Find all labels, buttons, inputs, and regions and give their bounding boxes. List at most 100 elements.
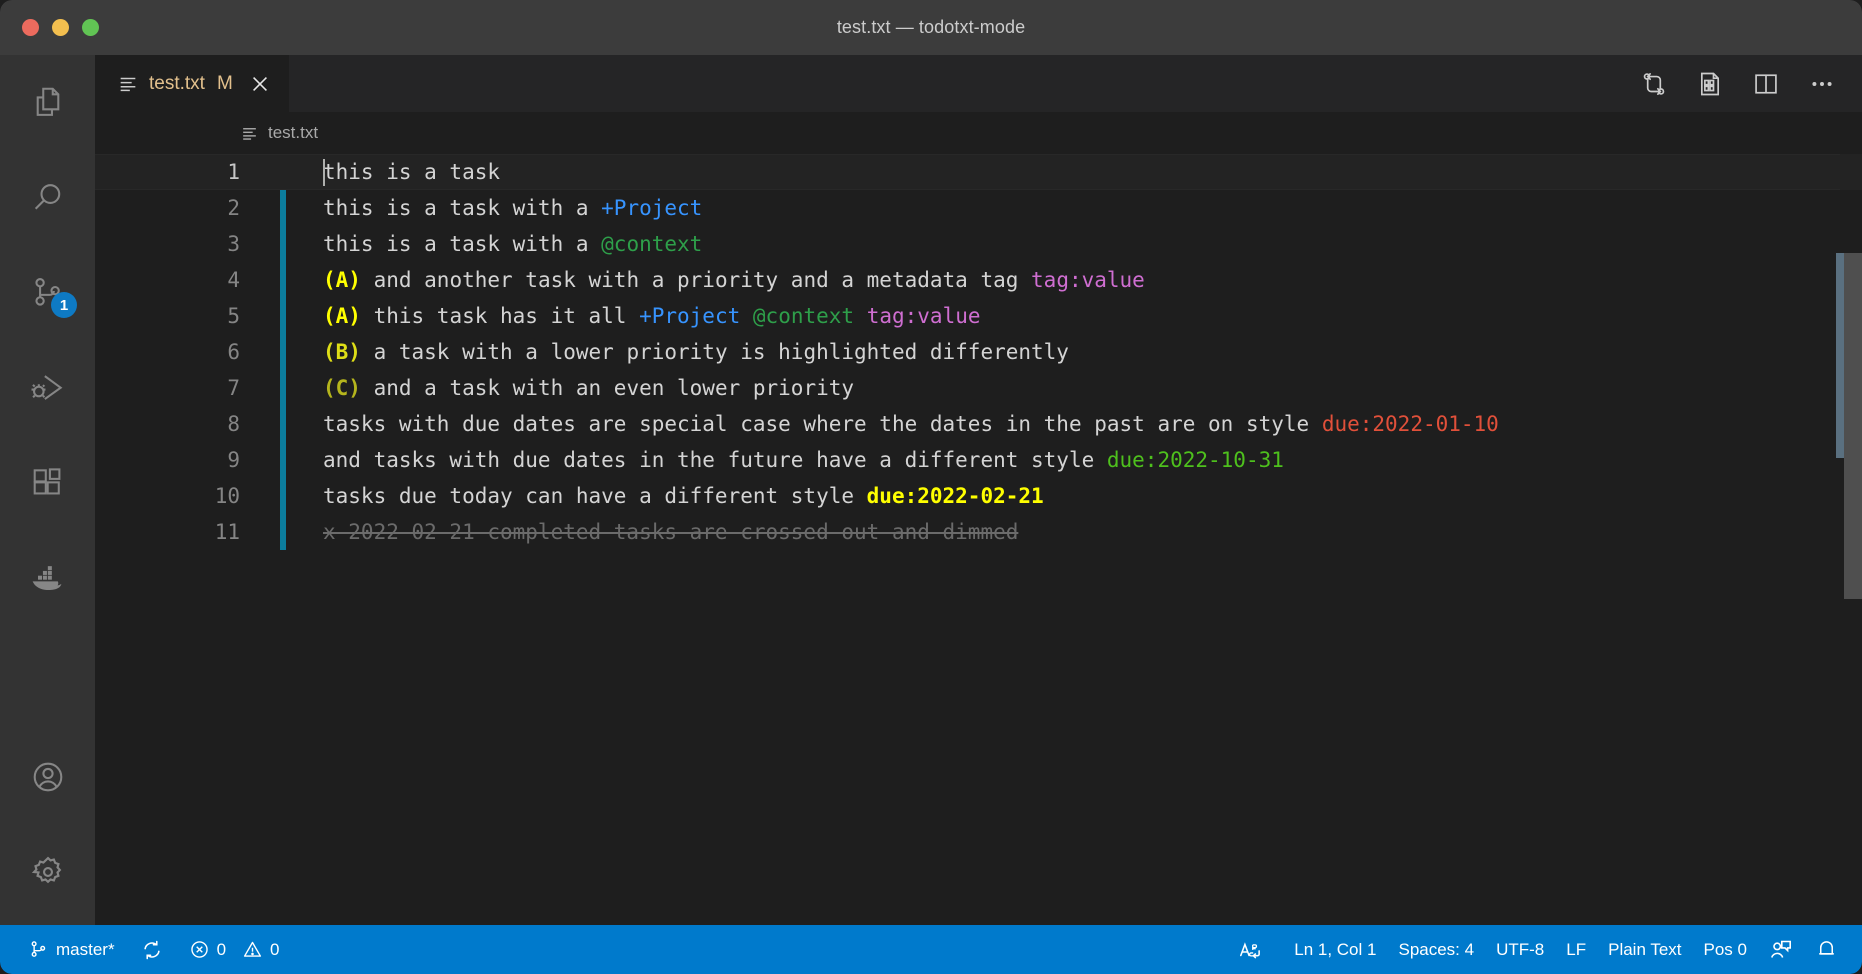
status-notifications[interactable] xyxy=(1805,938,1848,961)
editor-line[interactable]: 8 tasks with due dates are special case w… xyxy=(95,406,1862,442)
status-encoding[interactable]: UTF-8 xyxy=(1486,940,1554,960)
minimize-window-button[interactable] xyxy=(52,19,69,36)
tab-label: test.txt xyxy=(149,72,205,94)
status-error-count: 0 xyxy=(216,939,227,959)
status-language-mode[interactable]: Plain Text xyxy=(1598,940,1691,960)
editor-scrollbar[interactable] xyxy=(1844,253,1862,949)
line-content: tasks due today can have a different sty… xyxy=(323,484,1044,508)
token-project: +Project xyxy=(639,304,741,328)
token-plain: and another task with a priority and a m… xyxy=(360,268,1032,292)
close-icon[interactable] xyxy=(249,73,271,95)
token-plain: this is a task xyxy=(323,160,501,184)
sidebar-item-extensions[interactable] xyxy=(0,435,95,530)
status-eol[interactable]: LF xyxy=(1556,940,1596,960)
status-encoding-label: UTF-8 xyxy=(1496,939,1545,959)
window-title: test.txt — todotxt-mode xyxy=(836,17,1026,37)
sidebar-item-docker[interactable] xyxy=(0,530,95,625)
code-editor[interactable]: 1 this is a task 2 this is a task with a +P… xyxy=(95,154,1862,949)
editor-line[interactable]: 10 tasks due today can have a different s… xyxy=(95,478,1862,514)
line-number: 10 xyxy=(214,484,240,508)
source-control-badge: 1 xyxy=(51,292,77,318)
token-project: +Project xyxy=(601,196,703,220)
token-due-future: due:2022-10-31 xyxy=(1106,448,1284,472)
editor-line[interactable]: 7 (C) and a task with an even lower prior… xyxy=(95,370,1862,406)
line-content: (A) and another task with a priority and… xyxy=(323,268,1145,292)
status-indentation-label: Spaces: 4 xyxy=(1398,939,1475,959)
line-number: 2 xyxy=(227,196,240,220)
token-plain: this is a task with a xyxy=(323,196,602,220)
editor-line[interactable]: 11 x 2022-02-21 completed tasks are cross… xyxy=(95,514,1862,550)
line-number: 6 xyxy=(227,340,240,364)
zoom-window-button[interactable] xyxy=(82,19,99,36)
line-number: 3 xyxy=(227,232,240,256)
token-context: @context xyxy=(752,304,855,328)
line-content: and tasks with due dates in the future h… xyxy=(323,448,1284,472)
token-done: x 2022-02-21 completed tasks are crossed… xyxy=(323,520,1019,544)
ellipsis-icon[interactable] xyxy=(1808,70,1836,98)
binary-file-icon[interactable] xyxy=(1696,70,1724,98)
error-icon xyxy=(189,939,210,960)
line-content: this is a task with a @context xyxy=(323,232,702,256)
status-problems[interactable]: 0 0 xyxy=(179,939,290,960)
status-todotxt-position[interactable]: Pos 0 xyxy=(1694,940,1757,960)
tab-test-txt[interactable]: test.txt M xyxy=(95,55,290,112)
split-editor-icon[interactable] xyxy=(1752,70,1780,98)
sidebar-item-accounts[interactable] xyxy=(0,729,95,824)
token-priority-c: (C) xyxy=(323,376,361,400)
token-due-past: due:2022-01-10 xyxy=(1321,412,1499,436)
status-spell-checker[interactable] xyxy=(1228,939,1282,961)
status-feedback[interactable] xyxy=(1759,938,1803,962)
line-content: this is a task with a +Project xyxy=(323,196,702,220)
status-bar-left: master* 0 0 xyxy=(0,939,290,961)
sidebar-item-search[interactable] xyxy=(0,150,95,245)
bell-icon xyxy=(1815,938,1838,961)
status-cursor-position[interactable]: Ln 1, Col 1 xyxy=(1284,940,1386,960)
token-context: @context xyxy=(601,232,703,256)
editor-line[interactable]: 2 this is a task with a +Project xyxy=(95,190,1862,226)
editor-line[interactable]: 6 (B) a task with a lower priority is hig… xyxy=(95,334,1862,370)
editor-group: test.txt M test.txt 1 this is a task 2 t… xyxy=(95,55,1862,949)
status-eol-label: LF xyxy=(1566,939,1587,959)
compare-changes-icon[interactable] xyxy=(1640,70,1668,98)
status-sync[interactable] xyxy=(131,939,173,961)
token-plain: this task has it all xyxy=(360,304,640,328)
status-indentation[interactable]: Spaces: 4 xyxy=(1388,940,1484,960)
breadcrumb[interactable]: test.txt xyxy=(95,112,1862,154)
sidebar-item-explorer[interactable] xyxy=(0,55,95,150)
line-number: 7 xyxy=(227,376,240,400)
token-plain: tasks with due dates are special case wh… xyxy=(323,412,1322,436)
editor-line[interactable]: 5 (A) this task has it all +Project @cont… xyxy=(95,298,1862,334)
editor-line[interactable]: 4 (A) and another task with a priority an… xyxy=(95,262,1862,298)
sidebar-item-run-and-debug[interactable] xyxy=(0,340,95,435)
sidebar-item-source-control[interactable]: 1 xyxy=(0,245,95,340)
spell-check-icon xyxy=(1238,939,1272,961)
token-plain: this is a task with a xyxy=(323,232,602,256)
token-plain: tasks due today can have a different sty… xyxy=(323,484,867,508)
line-content: (A) this task has it all +Project @conte… xyxy=(323,304,981,328)
editor-scrollbar-thumb[interactable] xyxy=(1844,253,1862,599)
activity-bar: 1 xyxy=(0,55,95,949)
line-number: 1 xyxy=(227,160,240,184)
extensions-icon xyxy=(29,464,67,502)
text-file-icon xyxy=(240,124,259,143)
feedback-icon xyxy=(1769,938,1793,962)
close-window-button[interactable] xyxy=(22,19,39,36)
line-number: 9 xyxy=(227,448,240,472)
line-content: (C) and a task with an even lower priori… xyxy=(323,376,854,400)
sidebar-item-settings[interactable] xyxy=(0,824,95,919)
line-content: tasks with due dates are special case wh… xyxy=(323,412,1499,436)
token-tag: tag:value xyxy=(1031,268,1145,292)
editor-line[interactable]: 9 and tasks with due dates in the future … xyxy=(95,442,1862,478)
token-priority-a: (A) xyxy=(323,304,361,328)
line-number: 8 xyxy=(227,412,240,436)
line-number: 4 xyxy=(227,268,240,292)
editor-line[interactable]: 1 this is a task xyxy=(95,154,1862,190)
text-file-icon xyxy=(117,73,139,95)
line-number: 11 xyxy=(214,520,240,544)
tab-dirty-indicator: M xyxy=(216,72,233,94)
token-tag: tag:value xyxy=(866,304,981,328)
status-branch[interactable]: master* xyxy=(18,939,125,960)
editor-line[interactable]: 3 this is a task with a @context xyxy=(95,226,1862,262)
